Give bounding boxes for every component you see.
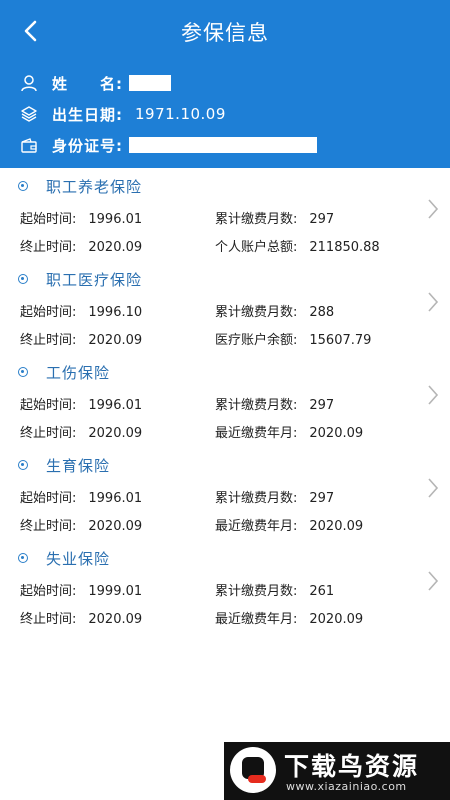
bullet-icon	[18, 460, 28, 470]
start-time: 起始时间: 1996.01	[20, 491, 143, 506]
last-paid-month: 最近缴费年月: 2020.09	[215, 426, 364, 441]
id-row: 身份证号:	[18, 131, 438, 159]
birth-row: 出生日期: 1971.10.09	[18, 100, 438, 128]
chevron-right-icon	[428, 478, 439, 498]
account-total: 个人账户总额: 211850.88	[215, 240, 380, 255]
section-title: 职工养老保险	[46, 177, 143, 196]
bullet-icon	[18, 181, 28, 191]
header-panel: 参保信息 姓 名: 出生日期: 1971.10.09 身份证号:	[0, 0, 450, 168]
last-paid-month: 最近缴费年月: 2020.09	[215, 519, 364, 534]
months-paid: 累计缴费月数: 288	[215, 305, 335, 320]
title-bar: 参保信息	[0, 0, 450, 62]
insurance-item-pension[interactable]: 职工养老保险 起始时间: 1996.01 累计缴费月数: 297 终止时间: 2020…	[0, 174, 450, 266]
name-redaction	[129, 75, 171, 91]
watermark-title: 下载鸟资源	[284, 752, 420, 781]
name-label: 姓 名:	[52, 74, 123, 93]
months-paid: 累计缴费月数: 297	[215, 212, 335, 227]
start-time: 起始时间: 1999.01	[20, 584, 143, 599]
medical-balance: 医疗账户余额: 15607.79	[215, 333, 372, 348]
insurance-item-unemployment[interactable]: 失业保险 起始时间: 1999.01 累计缴费月数: 261 终止时间: 2020.0…	[0, 546, 450, 638]
section-header: 职工医疗保险	[18, 267, 142, 291]
end-time: 终止时间: 2020.09	[20, 333, 143, 348]
end-time: 终止时间: 2020.09	[20, 612, 143, 627]
section-header: 工伤保险	[18, 360, 110, 384]
watermark-banner: 下载鸟资源 www.xiazainiao.com	[224, 742, 450, 800]
chevron-right-icon	[428, 199, 439, 219]
person-icon	[18, 72, 40, 94]
birth-value: 1971.10.09	[135, 105, 226, 123]
months-paid: 累计缴费月数: 297	[215, 491, 335, 506]
section-title: 职工医疗保险	[46, 270, 143, 289]
end-time: 终止时间: 2020.09	[20, 240, 143, 255]
bird-logo-icon	[230, 747, 276, 793]
bullet-icon	[18, 553, 28, 563]
insurance-item-medical[interactable]: 职工医疗保险 起始时间: 1996.10 累计缴费月数: 288 终止时间: 2020…	[0, 267, 450, 359]
insurance-item-injury[interactable]: 工伤保险 起始时间: 1996.01 累计缴费月数: 297 终止时间: 2020.0…	[0, 360, 450, 452]
bullet-icon	[18, 274, 28, 284]
section-title: 生育保险	[46, 456, 111, 475]
page-title: 参保信息	[181, 21, 269, 45]
birth-label: 出生日期:	[52, 105, 123, 124]
end-time: 终止时间: 2020.09	[20, 519, 143, 534]
watermark-url: www.xiazainiao.com	[286, 780, 407, 793]
id-label: 身份证号:	[52, 136, 123, 155]
chevron-right-icon	[428, 292, 439, 312]
start-time: 起始时间: 1996.01	[20, 212, 143, 227]
chevron-right-icon	[428, 571, 439, 591]
insurance-item-maternity[interactable]: 生育保险 起始时间: 1996.01 累计缴费月数: 297 终止时间: 2020.0…	[0, 453, 450, 545]
chevron-right-icon	[428, 385, 439, 405]
id-card-icon	[18, 134, 40, 156]
bullet-icon	[18, 367, 28, 377]
name-row: 姓 名:	[18, 69, 438, 97]
id-redaction	[129, 137, 317, 153]
section-title: 失业保险	[46, 549, 111, 568]
last-paid-month: 最近缴费年月: 2020.09	[215, 612, 364, 627]
start-time: 起始时间: 1996.10	[20, 305, 143, 320]
end-time: 终止时间: 2020.09	[20, 426, 143, 441]
layers-icon	[18, 103, 40, 125]
months-paid: 累计缴费月数: 261	[215, 584, 335, 599]
section-header: 职工养老保险	[18, 174, 142, 198]
months-paid: 累计缴费月数: 297	[215, 398, 335, 413]
start-time: 起始时间: 1996.01	[20, 398, 143, 413]
section-header: 失业保险	[18, 546, 110, 570]
section-header: 生育保险	[18, 453, 110, 477]
section-title: 工伤保险	[46, 363, 111, 382]
